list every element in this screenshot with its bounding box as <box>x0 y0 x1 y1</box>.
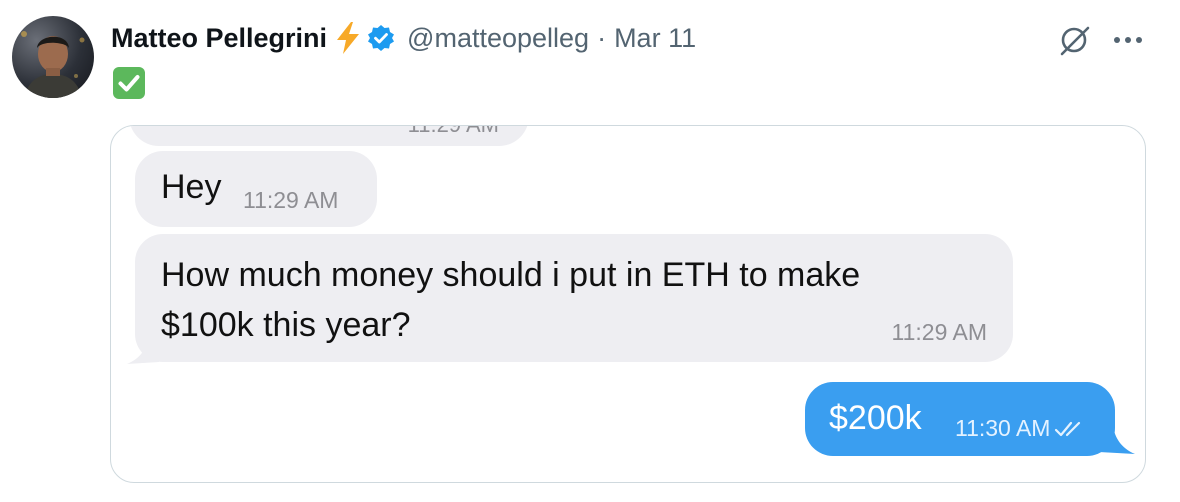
check-mark-button-icon <box>112 66 146 100</box>
incoming-message-bubble: Hey 11:29 AM <box>135 151 377 227</box>
more-icon[interactable] <box>1108 22 1148 58</box>
incoming-bubble-tail <box>127 340 159 364</box>
message-text: Hey <box>161 168 222 206</box>
partial-message-bubble: 11:29 AM <box>129 126 529 146</box>
incoming-message-bubble: How much money should i put in ETH to ma… <box>135 234 1013 362</box>
grok-icon[interactable] <box>1056 22 1092 58</box>
message-text: $200k <box>829 399 922 437</box>
message-time: 11:29 AM <box>243 187 339 213</box>
author-name[interactable]: Matteo Pellegrini <box>111 23 327 54</box>
lightning-bolt-icon <box>335 22 361 54</box>
message-time: 11:30 AM <box>955 415 1051 441</box>
header-separator: · <box>597 22 607 53</box>
author-handle[interactable]: @matteopelleg <box>407 23 589 54</box>
message-text: How much money should i put in ETH to ma… <box>161 250 860 350</box>
avatar-portrait <box>21 31 85 98</box>
message-time-row: 11:30 AM <box>955 415 1086 442</box>
message-time: 11:29 AM <box>891 319 987 345</box>
message-line: $100k this year? <box>161 306 411 344</box>
chat-screenshot-media[interactable]: 11:29 AM Hey 11:29 AM How much money sho… <box>110 125 1146 483</box>
post-header: Matteo Pellegrini @matteopelleg · Mar 11 <box>111 20 696 56</box>
message-line: How much money should i put in ETH to ma… <box>161 256 861 294</box>
double-check-icon <box>1054 419 1086 439</box>
verified-badge-icon[interactable] <box>367 24 395 52</box>
partial-message-time: 11:29 AM <box>408 126 499 138</box>
outgoing-bubble-tail <box>1099 426 1135 454</box>
post-date[interactable]: Mar 11 <box>614 23 696 54</box>
author-avatar[interactable] <box>12 16 94 98</box>
outgoing-message-bubble: $200k 11:30 AM <box>805 382 1115 456</box>
